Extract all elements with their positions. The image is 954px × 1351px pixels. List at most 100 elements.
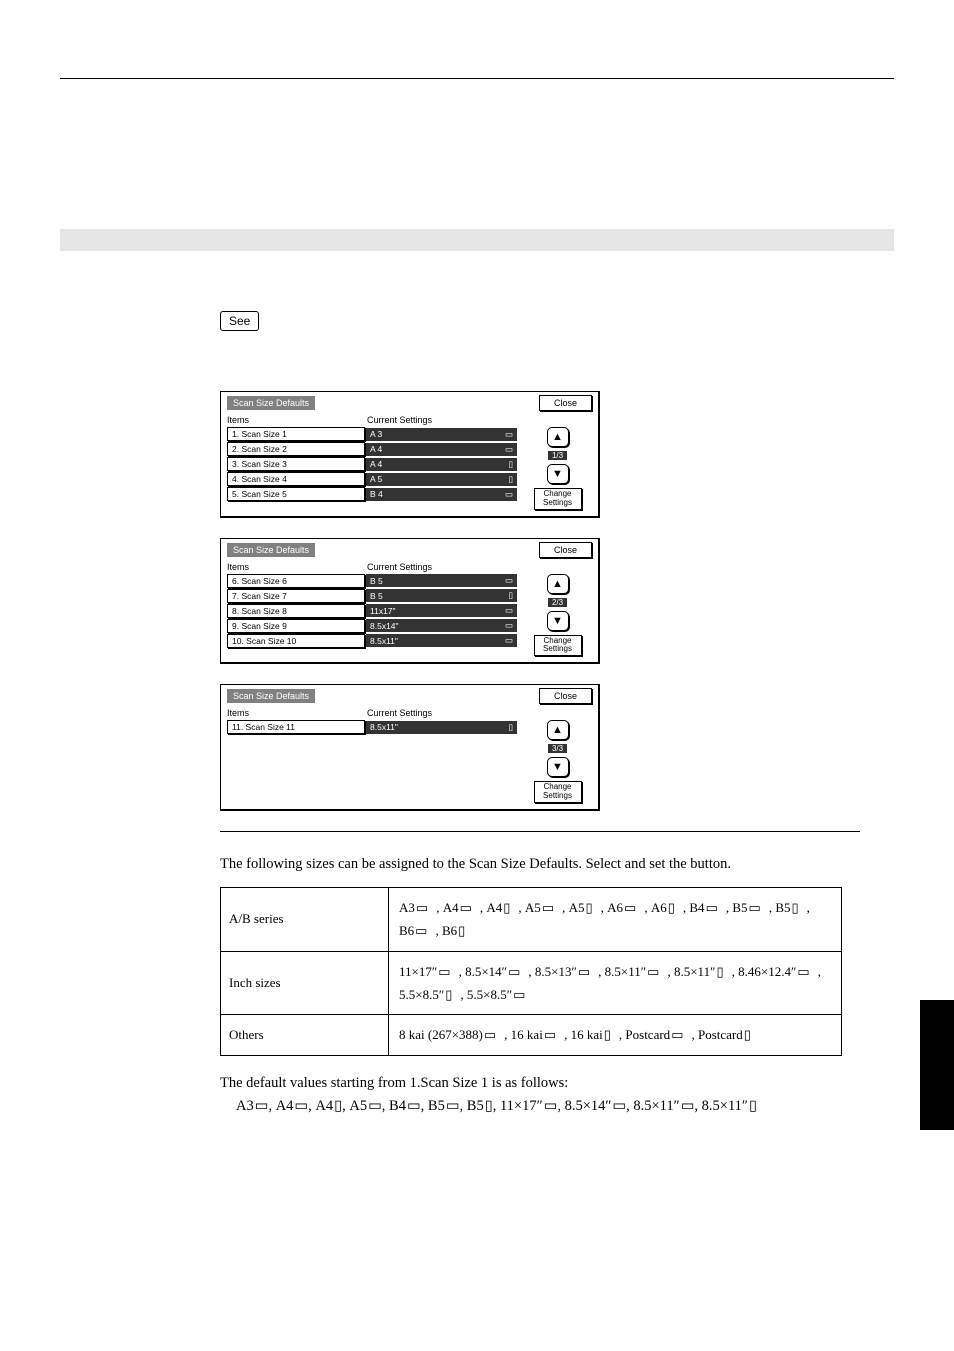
orientation-portrait-icon: ▯ <box>508 459 513 470</box>
orientation-portrait-icon: ▯ <box>749 1095 757 1118</box>
close-button[interactable]: Close <box>539 395 592 411</box>
paper-size: 16 kai▭ <box>511 1023 556 1046</box>
paper-size: 11×17″▭ <box>399 960 451 983</box>
orientation-landscape-icon: ▭ <box>647 960 659 983</box>
orientation-landscape-icon: ▭ <box>612 1095 626 1118</box>
paper-size: A4▯ <box>315 1095 342 1118</box>
paper-size: B5▭ <box>732 896 760 919</box>
orientation-landscape-icon: ▭ <box>415 919 427 942</box>
scan-size-value: 11x17"▭ <box>366 604 517 617</box>
orientation-portrait-icon: ▯ <box>458 919 465 942</box>
orientation-landscape-icon: ▭ <box>505 635 513 646</box>
scan-size-item-button[interactable]: 6. Scan Size 6 <box>227 574 365 588</box>
orientation-portrait-icon: ▯ <box>508 722 513 733</box>
scan-size-item-button[interactable]: 4. Scan Size 4 <box>227 472 365 486</box>
scan-size-item-button[interactable]: 11. Scan Size 11 <box>227 720 365 734</box>
paper-size: 8.5×11″▯ <box>674 960 724 983</box>
orientation-landscape-icon: ▭ <box>513 983 525 1006</box>
scan-size-value: A 5▯ <box>366 473 517 486</box>
paper-size: B5▯ <box>467 1095 493 1118</box>
scroll-down-button[interactable]: ▼ <box>547 757 569 777</box>
paper-size: 8.5×14″▭ <box>465 960 520 983</box>
page-indicator: 1/3 <box>548 451 567 460</box>
scan-size-value: 8.5x11"▯ <box>366 721 517 734</box>
orientation-landscape-icon: ▭ <box>416 896 428 919</box>
scan-size-item-button[interactable]: 10. Scan Size 10 <box>227 634 365 648</box>
orientation-portrait-icon: ▯ <box>334 1095 342 1118</box>
see-chip: See <box>220 311 259 331</box>
table-row: 9. Scan Size 98.5x14"▭ <box>227 619 517 633</box>
side-thumb-tab <box>920 1000 954 1130</box>
paper-size: A4▯ <box>486 896 510 919</box>
orientation-landscape-icon: ▭ <box>505 444 513 455</box>
page-indicator: 2/3 <box>548 598 567 607</box>
paper-size: A3▭ <box>236 1095 268 1118</box>
paper-size: 8.5×11″▭ <box>605 960 660 983</box>
paper-size: A3▭ <box>399 896 428 919</box>
table-row: 6. Scan Size 6B 5▭ <box>227 574 517 588</box>
scan-size-item-button[interactable]: 7. Scan Size 7 <box>227 589 365 603</box>
scan-size-value: A 3▭ <box>366 428 517 441</box>
column-header-items: Items <box>227 562 367 572</box>
change-settings-button[interactable]: ChangeSettings <box>534 635 582 657</box>
column-header-items: Items <box>227 708 367 718</box>
paper-size: B6▯ <box>442 919 465 942</box>
section-rule <box>220 831 860 832</box>
scan-size-item-button[interactable]: 5. Scan Size 5 <box>227 487 365 501</box>
scan-size-item-button[interactable]: 2. Scan Size 2 <box>227 442 365 456</box>
panel-rows: 6. Scan Size 6B 5▭7. Scan Size 7B 5▯8. S… <box>227 574 517 657</box>
paper-size: B5▭ <box>428 1095 460 1118</box>
page-indicator: 3/3 <box>548 744 567 753</box>
scan-size-item-button[interactable]: 1. Scan Size 1 <box>227 427 365 441</box>
paper-size: A6▯ <box>651 896 675 919</box>
panel-side-controls: ▲ 1/3 ▼ ChangeSettings <box>517 427 592 510</box>
orientation-portrait-icon: ▯ <box>508 590 513 601</box>
change-settings-button[interactable]: ChangeSettings <box>534 781 582 803</box>
column-header-settings: Current Settings <box>367 415 432 425</box>
scan-size-item-button[interactable]: 8. Scan Size 8 <box>227 604 365 618</box>
scan-size-panel: Scan Size Defaults Close ItemsCurrent Sett… <box>220 391 600 518</box>
orientation-portrait-icon: ▯ <box>508 474 513 485</box>
scan-size-panel: Scan Size DefaultsCloseItemsCurrent Sett… <box>220 538 600 665</box>
sizes-row-label: Inch sizes <box>221 952 389 1015</box>
scan-size-item-button[interactable]: 9. Scan Size 9 <box>227 619 365 633</box>
scroll-up-button[interactable]: ▲ <box>547 574 569 594</box>
close-button[interactable]: Close <box>539 688 592 704</box>
orientation-portrait-icon: ▯ <box>445 983 452 1006</box>
close-button[interactable]: Close <box>539 542 592 558</box>
paper-size: B6▭ <box>399 919 427 942</box>
orientation-landscape-icon: ▭ <box>508 960 520 983</box>
paper-size: Postcard▭ <box>625 1023 683 1046</box>
change-settings-button[interactable]: ChangeSettings <box>534 488 582 510</box>
paper-size: B5▯ <box>775 896 798 919</box>
orientation-landscape-icon: ▭ <box>505 575 513 586</box>
scan-size-value: A 4▭ <box>366 443 517 456</box>
paper-size: Postcard▯ <box>698 1023 751 1046</box>
orientation-portrait-icon: ▯ <box>586 896 593 919</box>
orientation-landscape-icon: ▭ <box>544 1095 558 1118</box>
panel-title: Scan Size Defaults <box>227 396 315 410</box>
sizes-row-label: Others <box>221 1015 389 1054</box>
orientation-landscape-icon: ▭ <box>797 960 809 983</box>
orientation-landscape-icon: ▭ <box>505 605 513 616</box>
sizes-row-label: A/B series <box>221 888 389 951</box>
paper-size: 5.5×8.5″▯ <box>399 983 452 1006</box>
table-row: 11. Scan Size 118.5x11"▯ <box>227 720 517 734</box>
scroll-up-button[interactable]: ▲ <box>547 720 569 740</box>
scroll-up-button[interactable]: ▲ <box>547 427 569 447</box>
orientation-portrait-icon: ▯ <box>792 896 799 919</box>
column-header-items: Items <box>227 415 367 425</box>
orientation-landscape-icon: ▭ <box>407 1095 421 1118</box>
defaults-list: A3▭, A4▭, A4▯, A5▭, B4▭, B5▭, B5▯, 11×17… <box>236 1095 860 1118</box>
scroll-down-button[interactable]: ▼ <box>547 464 569 484</box>
paper-size: 16 kai▯ <box>571 1023 611 1046</box>
scan-size-item-button[interactable]: 3. Scan Size 3 <box>227 457 365 471</box>
defaults-intro: The default values starting from 1.Scan … <box>220 1072 860 1095</box>
orientation-landscape-icon: ▭ <box>438 960 450 983</box>
scroll-down-button[interactable]: ▼ <box>547 611 569 631</box>
orientation-landscape-icon: ▭ <box>681 1095 695 1118</box>
orientation-landscape-icon: ▭ <box>460 896 472 919</box>
paper-size: A4▭ <box>443 896 472 919</box>
panel-rows: 1. Scan Size 1A 3▭2. Scan Size 2A 4▭3. S… <box>227 427 517 510</box>
orientation-portrait-icon: ▯ <box>503 896 510 919</box>
